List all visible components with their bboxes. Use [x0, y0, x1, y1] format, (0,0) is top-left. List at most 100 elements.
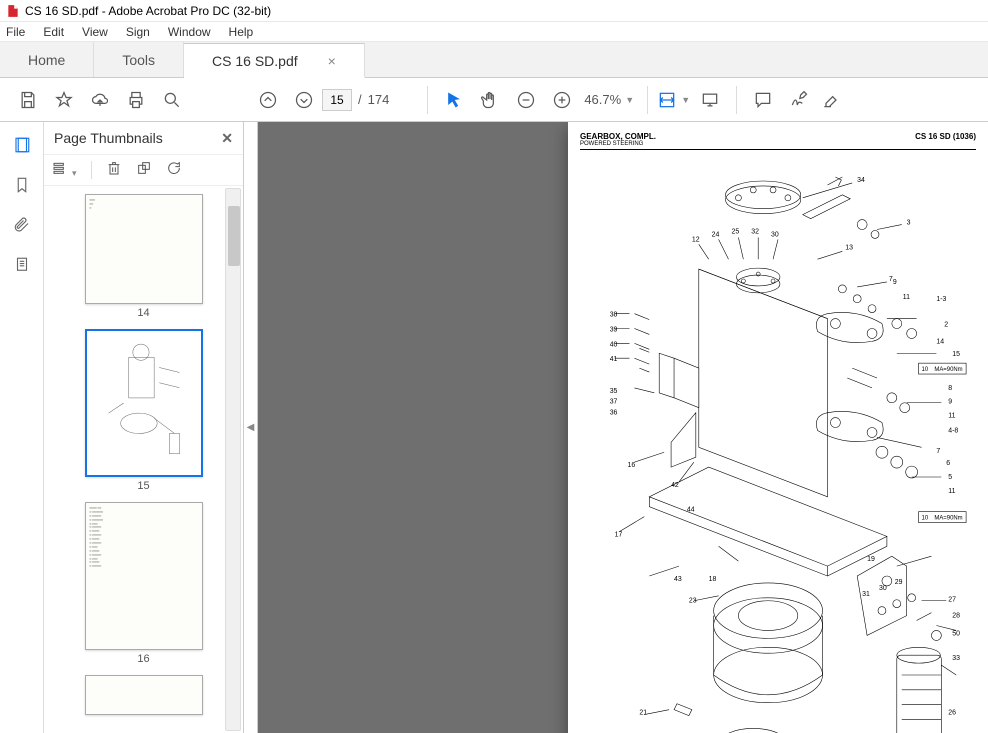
read-mode-button[interactable] [692, 82, 728, 118]
bookmarks-rail-button[interactable] [11, 174, 33, 196]
page-up-button[interactable] [250, 82, 286, 118]
svg-text:4-8: 4-8 [948, 427, 958, 434]
hand-tool-button[interactable] [472, 82, 508, 118]
zoom-out-button[interactable] [508, 82, 544, 118]
svg-text:30: 30 [771, 231, 779, 238]
menu-view[interactable]: View [82, 25, 108, 39]
thumbnail-page-15[interactable]: 15 [85, 329, 203, 492]
svg-text:15: 15 [952, 351, 960, 358]
zoom-level-dropdown[interactable]: 46.7%▼ [580, 92, 639, 107]
menu-sign[interactable]: Sign [126, 25, 150, 39]
print-button[interactable] [118, 82, 154, 118]
svg-text:36: 36 [610, 410, 618, 417]
page-header-subtitle: POWERED STEERING [580, 141, 656, 147]
menu-file[interactable]: File [6, 25, 25, 39]
svg-text:43: 43 [674, 576, 682, 583]
svg-text:2: 2 [944, 322, 948, 329]
thumbnail-page-16[interactable]: ━━━━ ━━━ ━━━━━━━ ━━━━━━ ━━━━━━━ ━━━━ ━━━… [85, 502, 203, 665]
menu-help[interactable]: Help [229, 25, 254, 39]
rotate-page-button[interactable] [136, 160, 152, 181]
refresh-button[interactable] [166, 160, 182, 181]
svg-text:19: 19 [867, 556, 875, 563]
fit-width-button[interactable]: ▼ [656, 82, 692, 118]
svg-text:23: 23 [689, 598, 697, 605]
svg-text:5: 5 [948, 474, 952, 481]
close-panel-button[interactable]: ✕ [221, 130, 233, 147]
document-viewport[interactable]: GEARBOX, COMPL. POWERED STEERING CS 16 S… [258, 122, 988, 733]
svg-text:35: 35 [610, 388, 618, 395]
comment-button[interactable] [745, 82, 781, 118]
selection-tool-button[interactable] [436, 82, 472, 118]
delete-page-button[interactable] [106, 160, 122, 181]
page-header-model: CS 16 SD (1036) [915, 132, 976, 147]
svg-text:3: 3 [907, 220, 911, 227]
page-number-input[interactable] [322, 89, 352, 111]
thumbnails-list[interactable]: ━━━━━━ 14 15 ━━━━ ━━━ ━━━━━━━ ━━━━━━ ━━━… [44, 186, 243, 733]
svg-text:6: 6 [946, 460, 950, 467]
menu-window[interactable]: Window [168, 25, 211, 39]
svg-text:41: 41 [610, 356, 618, 363]
svg-text:42: 42 [671, 482, 679, 489]
svg-text:MA=90Nm: MA=90Nm [934, 516, 962, 522]
svg-text:11: 11 [948, 488, 955, 495]
chevron-down-icon: ▼ [681, 95, 691, 105]
svg-text:50: 50 [952, 630, 960, 637]
svg-text:13: 13 [845, 244, 853, 251]
zoom-in-button[interactable] [544, 82, 580, 118]
svg-text:38: 38 [610, 312, 618, 319]
main-content: Page Thumbnails ✕ ▾ ━━━━━━ 14 15 ━━━━ ━━… [0, 122, 988, 733]
acrobat-icon [6, 4, 20, 18]
svg-text:8: 8 [948, 385, 952, 392]
svg-text:18: 18 [709, 576, 717, 583]
svg-text:9: 9 [893, 279, 897, 286]
svg-text:27: 27 [948, 597, 956, 604]
svg-text:16: 16 [628, 462, 636, 469]
tab-tools[interactable]: Tools [94, 42, 184, 77]
star-button[interactable] [46, 82, 82, 118]
exploded-diagram: 34 3 13 12 24 25 32 30 9 11 1-3 2 14 15 [580, 152, 976, 733]
svg-text:MA=90Nm: MA=90Nm [934, 367, 962, 373]
svg-text:39: 39 [610, 326, 618, 333]
thumbnail-page-14[interactable]: ━━━━━━ 14 [85, 194, 203, 319]
thumbnail-page-next[interactable] [85, 675, 203, 715]
page-navigation: / 174 [322, 89, 389, 111]
tab-home[interactable]: Home [0, 42, 94, 77]
save-button[interactable] [10, 82, 46, 118]
page-total: 174 [368, 92, 390, 107]
highlight-button[interactable] [817, 82, 845, 118]
svg-text:31: 31 [862, 591, 870, 598]
document-page: GEARBOX, COMPL. POWERED STEERING CS 16 S… [568, 122, 988, 733]
svg-text:9: 9 [948, 399, 952, 406]
svg-text:12: 12 [692, 236, 700, 243]
svg-text:24: 24 [712, 231, 720, 238]
cloud-share-button[interactable] [82, 82, 118, 118]
svg-text:44: 44 [687, 507, 695, 514]
svg-text:10: 10 [922, 516, 929, 522]
thumbnails-header: Page Thumbnails ✕ [44, 122, 243, 154]
tab-document[interactable]: CS 16 SD.pdf × [184, 43, 365, 78]
layers-rail-button[interactable] [11, 254, 33, 276]
svg-text:30: 30 [879, 585, 887, 592]
thumbnails-rail-button[interactable] [11, 134, 33, 156]
svg-text:28: 28 [952, 613, 960, 620]
main-toolbar: / 174 46.7%▼ ▼ [0, 78, 988, 122]
page-down-button[interactable] [286, 82, 322, 118]
svg-text:7: 7 [936, 448, 940, 455]
svg-text:32: 32 [751, 228, 759, 235]
close-tab-icon[interactable]: × [328, 53, 336, 69]
svg-text:29: 29 [895, 579, 903, 586]
svg-text:11: 11 [948, 413, 955, 420]
menu-edit[interactable]: Edit [43, 25, 64, 39]
thumbnail-options-button[interactable]: ▾ [52, 160, 77, 181]
svg-text:10: 10 [922, 367, 929, 373]
sign-button[interactable] [781, 82, 817, 118]
menu-bar: File Edit View Sign Window Help [0, 22, 988, 42]
panel-collapse-button[interactable]: ◀ [244, 122, 258, 733]
attachments-rail-button[interactable] [11, 214, 33, 236]
svg-text:21: 21 [639, 710, 647, 717]
svg-text:26: 26 [948, 710, 956, 717]
svg-text:1-3: 1-3 [936, 296, 946, 303]
window-title: CS 16 SD.pdf - Adobe Acrobat Pro DC (32-… [25, 4, 271, 18]
find-button[interactable] [154, 82, 190, 118]
scrollbar-thumb[interactable] [228, 206, 240, 266]
